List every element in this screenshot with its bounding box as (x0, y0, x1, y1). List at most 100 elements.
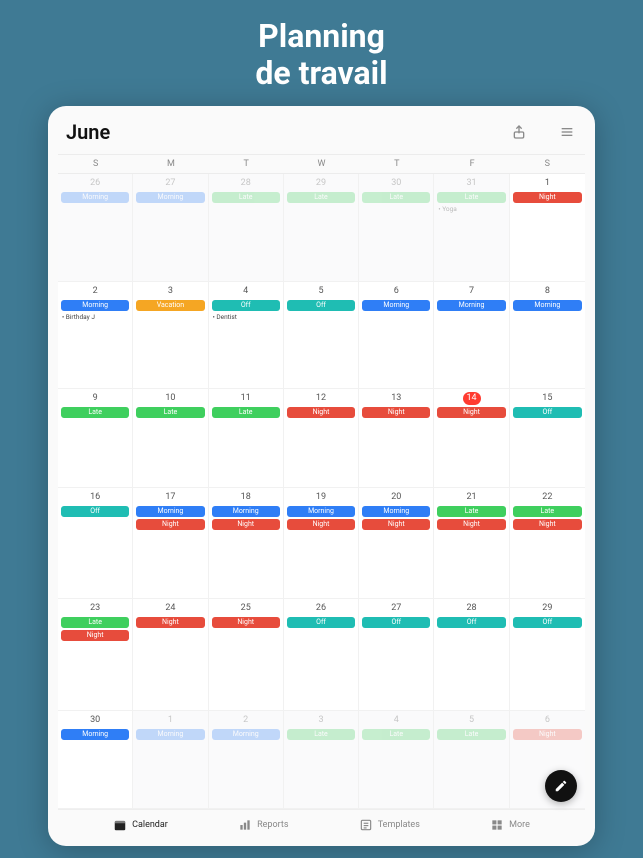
shift-pill: Late (362, 192, 430, 203)
weekday-label: M (133, 155, 208, 173)
day-cell[interactable]: 30Late (359, 174, 434, 282)
day-cell[interactable]: 24Night (133, 599, 208, 711)
shift-pill: Night (287, 407, 355, 418)
header-bar: June (58, 120, 585, 154)
day-number: 2 (88, 285, 102, 298)
day-cell[interactable]: 29Off (510, 599, 585, 711)
day-cell[interactable]: 9Late (58, 389, 133, 488)
day-number: 26 (88, 177, 102, 190)
menu-icon[interactable] (557, 122, 577, 142)
day-cell[interactable]: 6Morning (359, 282, 434, 390)
tab-reports[interactable]: Reports (238, 818, 288, 832)
day-cell[interactable]: 13Night (359, 389, 434, 488)
shift-pill: Off (437, 617, 505, 628)
day-cell[interactable]: 22LateNight (510, 488, 585, 600)
day-cell[interactable]: 3Late (284, 711, 359, 810)
day-cell[interactable]: 26Off (284, 599, 359, 711)
day-cell[interactable]: 5Off (284, 282, 359, 390)
day-number: 27 (389, 602, 403, 615)
day-cell[interactable]: 4Late (359, 711, 434, 810)
tab-templates[interactable]: Templates (359, 818, 420, 832)
day-cell[interactable]: 23LateNight (58, 599, 133, 711)
day-cell[interactable]: 2Morning• Birthday J (58, 282, 133, 390)
day-cell[interactable]: 1Morning (133, 711, 208, 810)
weekday-label: S (510, 155, 585, 173)
shift-pill: Off (287, 617, 355, 628)
shift-pill: Morning (287, 506, 355, 517)
day-cell[interactable]: 26 Morning (58, 174, 133, 282)
day-cell[interactable]: 21LateNight (434, 488, 509, 600)
day-cell[interactable]: 28Off (434, 599, 509, 711)
day-number: 14 (463, 392, 481, 405)
day-cell[interactable]: 27Morning (133, 174, 208, 282)
day-cell[interactable]: 10Late (133, 389, 208, 488)
day-cell[interactable]: 28Late (209, 174, 284, 282)
event-note: • Dentist (212, 313, 280, 321)
shift-pill: Morning (437, 300, 505, 311)
day-number: 11 (239, 392, 253, 405)
day-cell[interactable]: 14 Night (434, 389, 509, 488)
day-number: 4 (239, 285, 253, 298)
share-icon[interactable] (509, 122, 529, 142)
day-cell[interactable]: 19MorningNight (284, 488, 359, 600)
day-number: 7 (465, 285, 479, 298)
shift-pill: Night (513, 729, 582, 740)
day-cell[interactable]: 20MorningNight (359, 488, 434, 600)
day-number: 2 (239, 714, 253, 727)
day-cell[interactable]: 17MorningNight (133, 488, 208, 600)
promo-line-2: de travail (0, 55, 643, 92)
weekday-label: W (284, 155, 359, 173)
day-cell[interactable]: 4Off• Dentist (209, 282, 284, 390)
day-cell[interactable]: 16Off (58, 488, 133, 600)
shift-pill: Night (437, 407, 505, 418)
day-number: 17 (163, 491, 177, 504)
day-number: 24 (163, 602, 177, 615)
day-cell[interactable]: 15Off (510, 389, 585, 488)
day-cell[interactable]: 2Morning (209, 711, 284, 810)
edit-fab[interactable] (545, 770, 577, 802)
shift-pill: Morning (513, 300, 582, 311)
day-number: 4 (389, 714, 403, 727)
shift-pill: Morning (61, 300, 129, 311)
day-number: 6 (540, 714, 554, 727)
shift-pill: Morning (212, 506, 280, 517)
header-actions (509, 122, 577, 142)
weekday-label: F (434, 155, 509, 173)
day-number: 29 (540, 602, 554, 615)
day-cell[interactable]: 25Night (209, 599, 284, 711)
day-cell[interactable]: 1 Night (510, 174, 585, 282)
day-cell[interactable]: 27Off (359, 599, 434, 711)
day-cell[interactable]: 12 Night (284, 389, 359, 488)
tab-label: Templates (378, 820, 420, 830)
tab-more[interactable]: More (490, 818, 530, 832)
day-cell[interactable]: 5Late (434, 711, 509, 810)
calendar-icon (113, 818, 127, 832)
day-cell[interactable]: 29Late (284, 174, 359, 282)
day-cell[interactable]: 3Vacation (133, 282, 208, 390)
shift-pill: Night (513, 192, 582, 203)
day-cell[interactable]: 7 Morning (434, 282, 509, 390)
day-number: 12 (314, 392, 328, 405)
more-icon (490, 818, 504, 832)
shift-pill: Late (437, 506, 505, 517)
shift-pill: Late (212, 407, 280, 418)
month-title: June (66, 120, 509, 144)
shift-pill: Morning (136, 729, 204, 740)
event-note: • Yoga (437, 205, 505, 213)
weekday-label: S (58, 155, 133, 173)
shift-pill: Night (362, 519, 430, 530)
day-cell[interactable]: 31Late• Yoga (434, 174, 509, 282)
weekday-label: T (209, 155, 284, 173)
shift-pill: Night (212, 519, 280, 530)
shift-pill: Morning (61, 192, 129, 203)
shift-pill: Night (437, 519, 505, 530)
day-cell[interactable]: 18MorningNight (209, 488, 284, 600)
day-cell[interactable]: 30Morning (58, 711, 133, 810)
day-number: 1 (540, 177, 554, 190)
weekday-label: T (359, 155, 434, 173)
day-cell[interactable]: 11 Late (209, 389, 284, 488)
shift-pill: Morning (61, 729, 129, 740)
day-cell[interactable]: 8Morning (510, 282, 585, 390)
day-number: 27 (163, 177, 177, 190)
tab-calendar[interactable]: Calendar (113, 818, 168, 832)
